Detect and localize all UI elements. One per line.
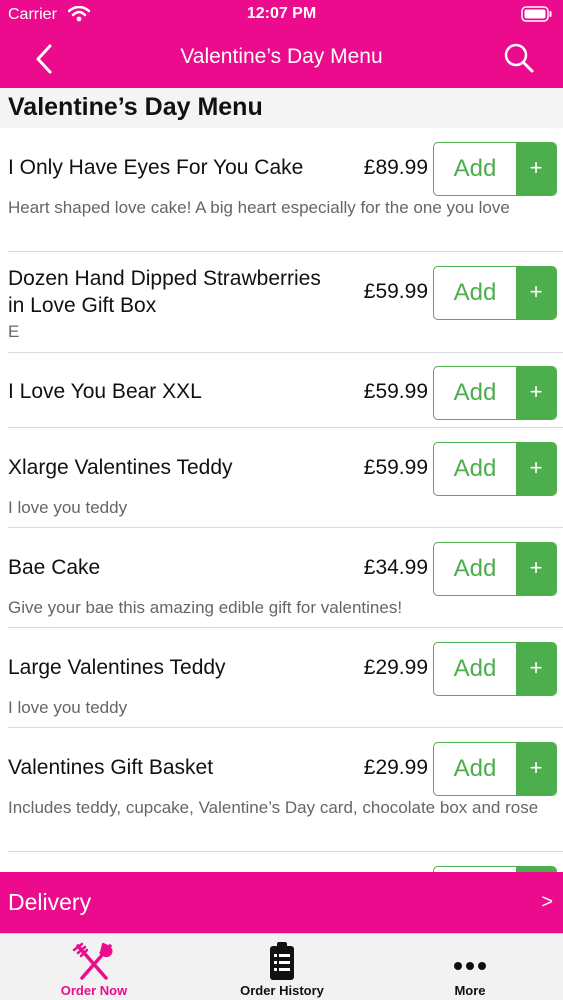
menu-item-partial[interactable] <box>8 852 563 872</box>
item-price: £29.99 <box>363 756 428 779</box>
add-button[interactable]: Add + <box>433 266 557 320</box>
tab-more[interactable]: More <box>376 934 563 1000</box>
tab-label: Order History <box>240 983 324 998</box>
plus-icon: + <box>516 743 556 795</box>
battery-icon <box>521 6 552 22</box>
item-description: E <box>8 322 20 341</box>
add-label: Add <box>453 455 497 482</box>
item-description: Heart shaped love cake! A big heart espe… <box>8 198 510 217</box>
section-header: Valentine’s Day Menu <box>0 88 563 128</box>
navigation-bar: Valentine’s Day Menu <box>0 30 563 88</box>
item-price: £59.99 <box>363 280 428 303</box>
menu-item[interactable]: Valentines Gift Basket £29.99 Includes t… <box>8 728 563 852</box>
tab-order-now[interactable]: Order Now <box>0 934 188 1000</box>
add-label: Add <box>453 555 497 582</box>
clock: 12:07 PM <box>246 5 317 22</box>
add-label: Add <box>453 655 497 682</box>
clipboard-list-icon <box>270 942 294 980</box>
item-name: Dozen Hand Dipped Strawberries in Love G… <box>8 267 321 317</box>
item-price: £29.99 <box>363 656 428 679</box>
more-dots-icon <box>454 962 486 970</box>
item-price: £89.99 <box>363 156 428 179</box>
item-price: £59.99 <box>363 456 428 479</box>
section-title: Valentine’s Day Menu <box>8 93 263 121</box>
add-label: Add <box>453 755 497 782</box>
item-name: Bae Cake <box>8 556 101 579</box>
tab-label: More <box>454 983 486 998</box>
item-name: I Love You Bear XXL <box>8 380 202 403</box>
add-label: Add <box>453 379 497 406</box>
tab-bar: Order Now Order History More <box>0 933 563 1000</box>
plus-icon: + <box>516 267 556 319</box>
plus-icon: + <box>516 543 556 595</box>
menu-item[interactable]: I Only Have Eyes For You Cake £89.99 Hea… <box>8 128 563 252</box>
plus-icon: + <box>516 143 556 195</box>
menu-item[interactable]: I Love You Bear XXL £59.99 Add + <box>8 353 563 428</box>
item-name: I Only Have Eyes For You Cake <box>8 156 304 179</box>
plus-icon: + <box>516 643 556 695</box>
item-description: I love you teddy <box>8 498 128 517</box>
item-name: Large Valentines Teddy <box>8 656 226 679</box>
tab-order-history[interactable]: Order History <box>188 934 376 1000</box>
add-label: Add <box>453 279 497 306</box>
delivery-bar[interactable]: Delivery > <box>0 872 563 933</box>
item-name: Xlarge Valentines Teddy <box>8 456 233 479</box>
search-icon[interactable] <box>503 42 535 74</box>
item-description: Give your bae this amazing edible gift f… <box>8 598 403 617</box>
item-price: £34.99 <box>363 556 428 579</box>
menu-item[interactable]: Xlarge Valentines Teddy £59.99 I love yo… <box>8 428 563 528</box>
tab-label: Order Now <box>60 983 128 998</box>
delivery-label: Delivery <box>8 889 92 915</box>
menu-item[interactable]: Bae Cake £34.99 Give your bae this amazi… <box>8 528 563 628</box>
chevron-right-icon: > <box>541 891 553 913</box>
add-button[interactable]: Add + <box>433 742 557 796</box>
fork-knife-icon <box>72 942 113 980</box>
add-button[interactable]: Add + <box>433 142 557 196</box>
item-price: £59.99 <box>363 380 428 403</box>
item-name: Valentines Gift Basket <box>8 756 214 779</box>
status-bar: Carrier 12:07 PM <box>0 0 563 30</box>
add-button[interactable]: Add + <box>433 642 557 696</box>
add-button[interactable]: Add + <box>433 366 557 420</box>
item-description: I love you teddy <box>8 698 128 717</box>
add-label: Add <box>453 155 497 182</box>
menu-item[interactable]: Dozen Hand Dipped Strawberries in Love G… <box>8 252 563 353</box>
item-description: Includes teddy, cupcake, Valentine’s Day… <box>8 798 539 817</box>
add-button[interactable]: Add + <box>433 442 557 496</box>
add-button[interactable]: Add + <box>433 542 557 596</box>
plus-icon: + <box>516 443 556 495</box>
menu-list[interactable]: I Only Have Eyes For You Cake £89.99 Hea… <box>0 128 563 872</box>
nav-title: Valentine’s Day Menu <box>180 45 383 68</box>
plus-icon: + <box>516 367 556 419</box>
menu-item[interactable]: Large Valentines Teddy £29.99 I love you… <box>8 628 563 728</box>
